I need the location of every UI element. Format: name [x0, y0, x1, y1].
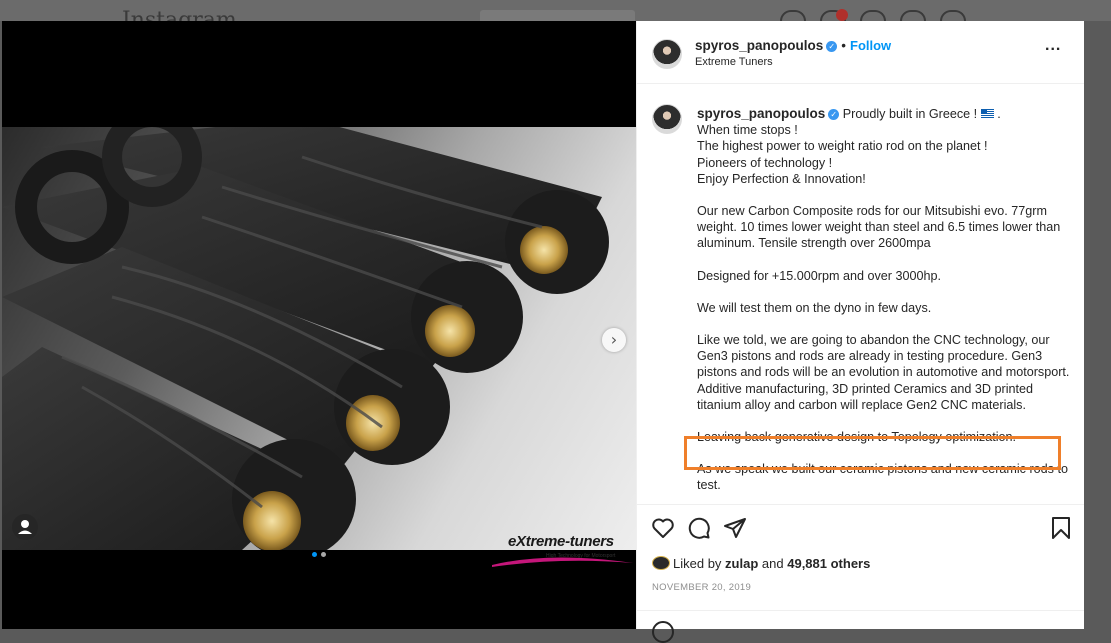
caption-line: The highest power to weight ratio rod on… [697, 139, 988, 154]
highlight-box [684, 436, 1061, 470]
likes-summary: Liked by zulap and 49,881 others [652, 556, 870, 571]
post-actions-bar [637, 506, 1084, 550]
emoji-icon[interactable] [652, 621, 674, 643]
background-search-field [480, 10, 635, 21]
watermark-brand: eXtreme-tuners [508, 533, 614, 550]
post-details-panel: spyros_panopoulos ✓ • Follow Extreme Tuners… [636, 21, 1084, 643]
carousel-dot-1 [312, 552, 317, 557]
notification-badge [836, 9, 848, 21]
caption-paragraph: Like we told, we are going to abandon th… [697, 333, 1070, 412]
more-options-button[interactable]: ... [1045, 37, 1061, 55]
post-photo [2, 127, 636, 550]
author-username[interactable]: spyros_panopoulos [695, 38, 823, 53]
user-icon [18, 520, 32, 534]
separator-dot: • [841, 38, 847, 53]
like-heart-icon[interactable] [651, 516, 675, 540]
extreme-tuners-watermark: eXtreme-tuners High Technology for Motor… [490, 533, 635, 571]
post-media: › eXtreme-tuners High Technology for Mot… [2, 21, 636, 629]
comments-area[interactable]: spyros_panopoulos ✓ Proudly built in Gree… [637, 84, 1084, 505]
caption-paragraph: We will test them on the dyno in few day… [697, 300, 932, 315]
follow-button[interactable]: Follow [850, 38, 891, 53]
post-date: NOVEMBER 20, 2019 [652, 582, 752, 593]
author-avatar[interactable] [652, 39, 682, 69]
carousel-indicator [312, 552, 326, 557]
carousel-dot-2 [321, 552, 326, 557]
share-icon[interactable] [723, 516, 747, 540]
header-line: spyros_panopoulos ✓ • Follow [695, 38, 891, 53]
verified-badge-icon: ✓ [826, 41, 838, 52]
next-slide-button[interactable]: › [602, 328, 626, 352]
caption-line: When time stops ! [697, 123, 798, 138]
tagged-users-button[interactable] [12, 514, 38, 540]
connecting-rods-image [2, 127, 609, 550]
caption-author-avatar[interactable] [652, 104, 682, 134]
caption-paragraph: Our new Carbon Composite rods for our Mi… [697, 204, 1061, 251]
likes-count[interactable]: 49,881 others [787, 556, 870, 571]
caption-line: Pioneers of technology ! [697, 155, 833, 170]
caption-period: . [997, 107, 1001, 121]
watermark-tagline: High Technology for Motorsport [546, 553, 616, 559]
save-bookmark-icon[interactable] [1049, 516, 1073, 540]
comment-icon[interactable] [687, 516, 711, 540]
post-location[interactable]: Extreme Tuners [695, 56, 773, 68]
liker-avatar[interactable] [652, 556, 670, 570]
caption-first-line: Proudly built in Greece ! [842, 107, 978, 121]
likes-and: and [761, 556, 784, 571]
greek-flag-icon [980, 109, 994, 118]
post-header: spyros_panopoulos ✓ • Follow Extreme Tuners… [637, 21, 1084, 84]
caption-line: Enjoy Perfection & Innovation! [697, 171, 866, 186]
verified-badge-icon: ✓ [828, 109, 840, 120]
likes-prefix: Liked by [673, 556, 722, 571]
caption-paragraph: Designed for +15.000rpm and over 3000hp. [697, 268, 941, 283]
liker-username[interactable]: zulap [725, 556, 758, 571]
add-comment-section[interactable] [637, 610, 1084, 643]
caption-username[interactable]: spyros_panopoulos [697, 106, 825, 121]
